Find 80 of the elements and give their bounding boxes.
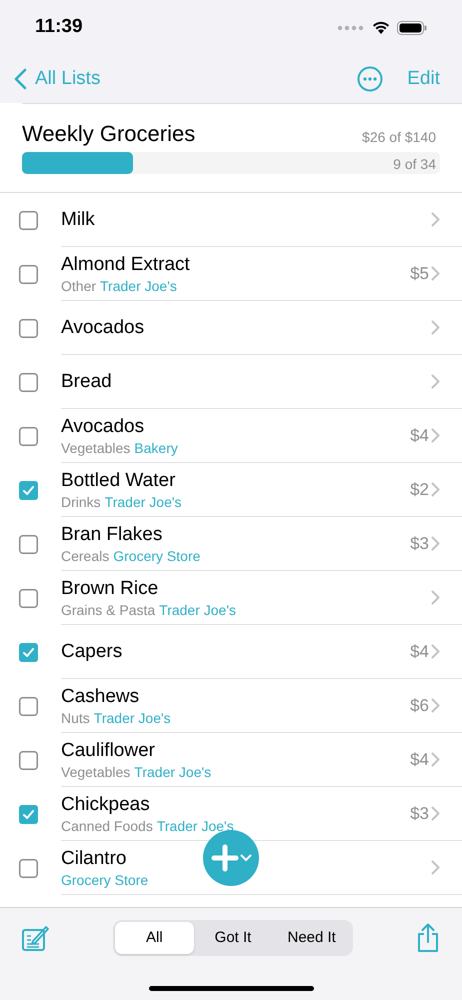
share-icon[interactable] [416,923,440,953]
chevron-icon[interactable] [431,320,440,335]
item-name: Capers [61,640,122,664]
item-name: Avocados [61,316,144,340]
chevron-icon[interactable] [431,806,440,821]
item-category: Canned Foods [61,816,153,834]
back-chevron-icon [14,68,27,90]
signal-icon [337,24,365,30]
chevron-icon[interactable] [431,266,440,281]
item-price: $3 [410,802,429,825]
item-price: $6 [410,694,429,717]
item-name: Brown Rice [61,576,160,600]
caret-icon [240,854,252,862]
plus-icon [210,844,238,872]
wifi-icon [371,20,391,35]
item-category: Other [61,276,96,294]
item-name: Cauliflower [61,738,156,762]
item-store: Bakery [134,438,178,456]
item-name: Avocados [61,414,146,438]
checkbox[interactable] [19,318,38,338]
item-name: Milk [61,208,95,232]
item-store: Grocery Store [113,546,200,564]
chevron-icon[interactable] [431,536,440,551]
checkbox[interactable] [19,426,38,446]
battery-icon [397,20,427,34]
item-category: Grains & Pasta [61,600,156,618]
item-category: Vegetables [61,438,130,456]
chevron-icon[interactable] [431,698,440,713]
checkbox[interactable] [19,210,38,230]
item-price: $4 [410,748,429,771]
item-name: Chickpeas [61,792,151,816]
checkbox[interactable] [19,858,38,878]
item-category: Cereals [61,546,110,564]
checkbox[interactable] [19,750,38,770]
budget-total: $26 of $140 [362,128,437,147]
item-name: Cilantro [61,846,128,870]
item-category: Drinks [61,492,101,510]
checkbox[interactable] [19,588,38,608]
status-time: 11:39 [35,15,83,40]
chevron-icon[interactable] [431,482,440,497]
item-name: Cashews [61,684,140,708]
chevron-icon[interactable] [431,860,440,875]
item-category: Nuts [61,708,90,726]
filter-tab[interactable]: Need It [272,922,352,954]
item-price: $4 [410,640,429,663]
filter-tab[interactable]: All [115,922,194,954]
chevron-icon[interactable] [431,374,440,389]
item-name: Bran Flakes [61,522,164,546]
chevron-icon[interactable] [431,590,440,605]
edit-list-icon[interactable] [22,924,50,952]
item-store: Trader Joe's [156,816,234,834]
checkbox[interactable] [19,696,38,716]
checkbox[interactable] [19,372,38,392]
item-category: Vegetables [61,762,130,780]
item-price: $3 [410,532,429,555]
item-store: Trader Joe's [94,708,171,726]
filter-tab[interactable]: Got It [194,922,272,954]
item-price: $5 [410,262,429,285]
item-store: Trader Joe's [134,762,212,780]
chevron-icon[interactable] [431,428,440,443]
item-name: Almond Extract [61,252,190,276]
item-store: Grocery Store [61,870,148,888]
checkbox[interactable] [19,804,38,824]
item-store: Trader Joe's [100,276,177,294]
item-store: Trader Joe's [104,492,182,510]
item-store: Trader Joe's [159,600,236,618]
item-name: Bottled Water [61,468,176,492]
checkbox[interactable] [19,264,38,284]
chevron-icon[interactable] [431,644,440,659]
checkbox[interactable] [19,534,38,554]
checkbox[interactable] [19,642,38,662]
chevron-icon[interactable] [431,752,440,767]
item-count: 9 of 34 [393,155,436,174]
checkbox[interactable] [19,480,38,500]
item-price: $2 [410,478,429,501]
item-name: Bread [61,370,112,394]
item-price: $4 [410,424,429,447]
chevron-icon[interactable] [431,212,440,227]
more-icon[interactable] [357,66,384,92]
list-title: Weekly Groceries [22,120,196,148]
